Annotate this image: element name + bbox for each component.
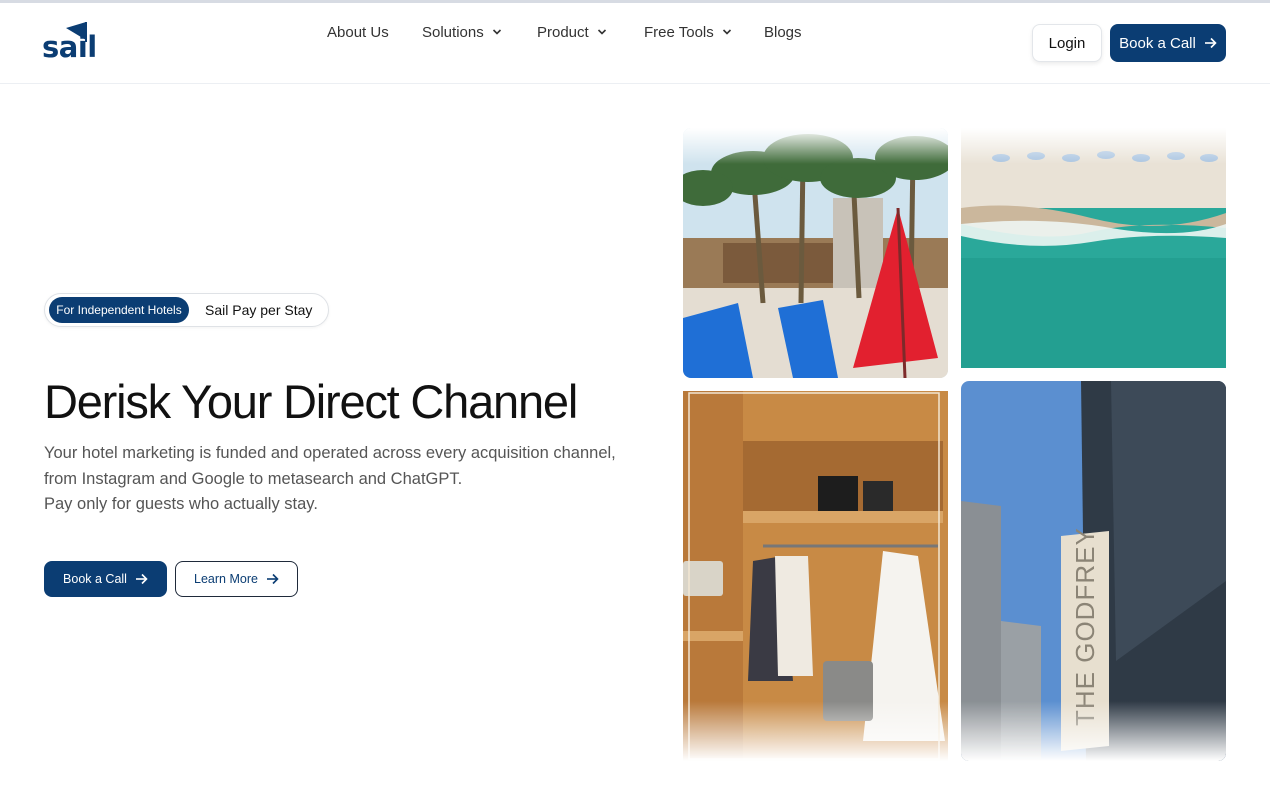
chevron-down-icon: [492, 29, 501, 35]
brand-name: sail: [42, 30, 97, 64]
beach-palms-image: [683, 128, 948, 378]
hero-description-line: Your hotel marketing is funded and opera…: [44, 444, 616, 462]
arrow-right-icon: [266, 573, 279, 585]
hotel-closet-image: [683, 391, 948, 761]
hotel-badge-pill: For Independent Hotels Sail Pay per Stay: [44, 293, 329, 327]
nav-solutions-label: Solutions: [422, 23, 484, 41]
hero-title: Derisk Your Direct Channel: [44, 375, 578, 428]
image-fade: [683, 701, 948, 761]
arrow-right-icon: [135, 573, 148, 585]
nav-free-tools-label: Free Tools: [644, 23, 714, 41]
sail-logo[interactable]: sail: [42, 20, 98, 66]
hero-book-call-button[interactable]: Book a Call: [44, 561, 167, 597]
nav-solutions[interactable]: Solutions: [422, 24, 502, 41]
hero-description: Your hotel marketing is funded and opera…: [44, 441, 644, 518]
nav-free-tools[interactable]: Free Tools: [644, 24, 732, 41]
hero-book-call-label: Book a Call: [63, 572, 127, 586]
chevron-down-icon: [597, 29, 606, 35]
image-fade: [961, 128, 1226, 164]
arrow-right-icon: [1204, 37, 1217, 49]
learn-more-label: Learn More: [194, 572, 258, 586]
chevron-down-icon: [722, 29, 731, 35]
nav-blogs[interactable]: Blogs: [764, 24, 802, 41]
hotel-badge: For Independent Hotels: [49, 297, 189, 323]
hotel-building-image: THE GODFREY: [961, 381, 1226, 761]
header-book-call-label: Book a Call: [1119, 34, 1196, 52]
header-book-call-button[interactable]: Book a Call: [1110, 24, 1226, 62]
learn-more-button[interactable]: Learn More: [175, 561, 298, 597]
aerial-beach-image: [961, 128, 1226, 368]
pay-per-stay-label: Sail Pay per Stay: [205, 302, 313, 318]
image-fade: [683, 128, 948, 164]
nav-product-label: Product: [537, 23, 589, 41]
building-sign-text: THE GODFREY: [1070, 527, 1100, 726]
hero-description-line: Pay only for guests who actually stay.: [44, 495, 318, 513]
login-button-label: Login: [1048, 34, 1086, 52]
image-fade: [961, 701, 1226, 761]
nav-about-us[interactable]: About Us: [327, 24, 389, 41]
nav-about-us-label: About Us: [327, 23, 389, 41]
site-header: sail About Us Solutions Product Free Too…: [0, 3, 1270, 84]
nav-blogs-label: Blogs: [764, 23, 802, 41]
hero-description-line: from Instagram and Google to metasearch …: [44, 469, 463, 488]
nav-product[interactable]: Product: [537, 24, 607, 41]
login-button[interactable]: Login: [1032, 24, 1102, 62]
